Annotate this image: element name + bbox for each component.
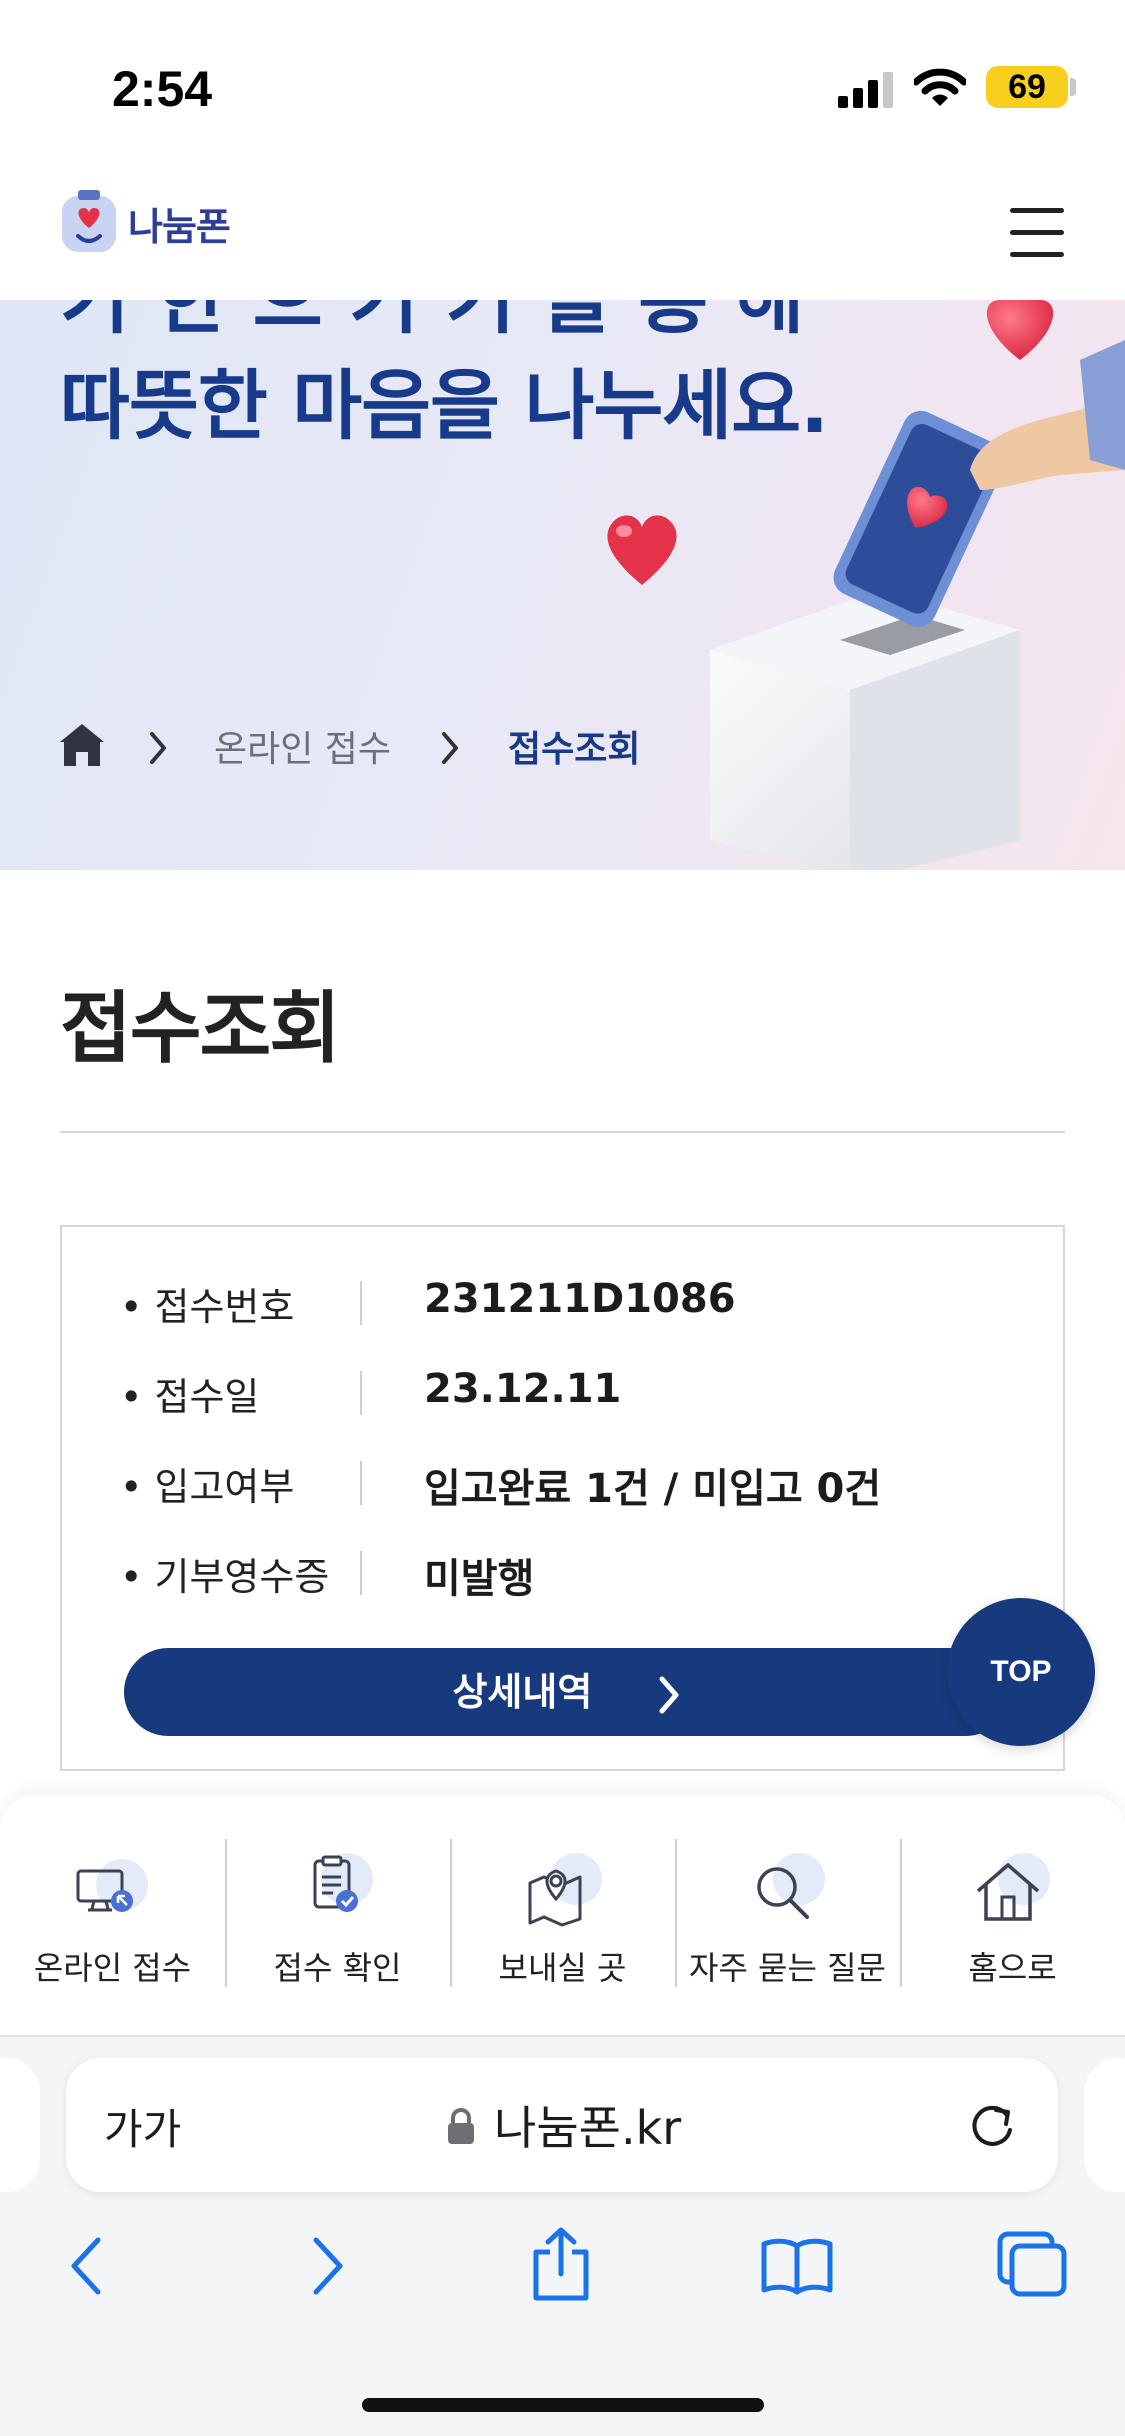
battery-cap bbox=[1070, 78, 1076, 96]
text-size-button[interactable]: 가가 bbox=[104, 2096, 181, 2157]
quick-nav-home[interactable]: 홈으로 bbox=[900, 1835, 1125, 1995]
clipboard-check-icon bbox=[313, 1853, 373, 1912]
forward-icon[interactable] bbox=[308, 2234, 348, 2298]
donation-receipt-value: 미발행 bbox=[424, 1556, 535, 1602]
map-pin-icon bbox=[528, 1853, 602, 1927]
quick-nav-label: 자주 묻는 질문 bbox=[689, 1949, 886, 1987]
logo-mascot-icon[interactable] bbox=[58, 188, 120, 256]
breadcrumb-online-reception[interactable]: 온라인 접수 bbox=[214, 720, 391, 772]
bookmarks-icon[interactable] bbox=[760, 2236, 834, 2296]
monitor-icon bbox=[76, 1859, 148, 1912]
battery-indicator: 69 bbox=[986, 66, 1068, 108]
quick-nav-faq[interactable]: 자주 묻는 질문 bbox=[675, 1835, 900, 1995]
row-label: • 접수번호 bbox=[120, 1285, 295, 1329]
quick-nav-label: 보내실 곳 bbox=[498, 1949, 627, 1987]
url-text[interactable]: 나눔폰.kr bbox=[494, 2092, 681, 2158]
receipt-number-value: 231211D1086 bbox=[424, 1276, 736, 1322]
quick-nav-label: 접수 확인 bbox=[273, 1949, 402, 1987]
logo-text[interactable]: 나눔폰 bbox=[128, 196, 231, 251]
signal-icon bbox=[838, 72, 893, 108]
row-divider bbox=[360, 1551, 362, 1595]
row-divider bbox=[360, 1281, 362, 1325]
home-indicator bbox=[362, 2398, 764, 2412]
quick-nav-reception-check[interactable]: 접수 확인 bbox=[225, 1835, 450, 1995]
status-time: 2:54 bbox=[112, 61, 213, 117]
home-icon bbox=[976, 1853, 1050, 1921]
scroll-top-button[interactable]: TOP bbox=[947, 1598, 1095, 1746]
row-label: • 입고여부 bbox=[120, 1465, 295, 1509]
tabs-icon[interactable] bbox=[996, 2230, 1068, 2298]
hamburger-menu-icon[interactable] bbox=[1000, 200, 1074, 270]
row-label: • 기부영수증 bbox=[120, 1555, 330, 1599]
quick-nav-online-reception[interactable]: 온라인 접수 bbox=[0, 1835, 225, 1995]
quick-nav-label: 온라인 접수 bbox=[33, 1949, 192, 1987]
detail-button[interactable]: 상세내역 bbox=[124, 1648, 1010, 1736]
page-title: 접수조회 bbox=[60, 984, 341, 1074]
reload-icon[interactable] bbox=[966, 2100, 1018, 2152]
back-icon[interactable] bbox=[66, 2234, 106, 2298]
row-divider bbox=[360, 1461, 362, 1505]
search-icon bbox=[757, 1853, 825, 1919]
breadcrumb: 온라인 접수 접수조회 bbox=[0, 300, 1125, 870]
quick-nav: 온라인 접수 접수 확인 보내실 곳 자주 묻는 질문 홈으로 bbox=[0, 1795, 1125, 2037]
title-divider bbox=[60, 1131, 1065, 1133]
next-tab-preview[interactable] bbox=[1084, 2058, 1125, 2192]
chevron-right-icon bbox=[659, 1676, 679, 1713]
wifi-icon bbox=[914, 68, 966, 106]
home-icon[interactable] bbox=[58, 722, 106, 768]
lock-icon bbox=[448, 2108, 474, 2144]
row-label: • 접수일 bbox=[120, 1375, 260, 1419]
share-icon[interactable] bbox=[530, 2226, 592, 2302]
quick-nav-label: 홈으로 bbox=[968, 1949, 1057, 1987]
detail-button-label: 상세내역 bbox=[452, 1670, 593, 1714]
chevron-right-icon bbox=[150, 732, 166, 764]
chevron-right-icon bbox=[442, 732, 458, 764]
site-header: 나눔폰 bbox=[0, 168, 1125, 300]
row-divider bbox=[360, 1371, 362, 1415]
breadcrumb-current: 접수조회 bbox=[508, 729, 641, 770]
stock-status-value: 입고완료 1건 / 미입고 0건 bbox=[424, 1466, 882, 1512]
previous-tab-preview[interactable] bbox=[0, 2058, 40, 2192]
quick-nav-send-address[interactable]: 보내실 곳 bbox=[450, 1835, 675, 1995]
receipt-date-value: 23.12.11 bbox=[424, 1366, 622, 1412]
hero-banner: 기 한 으 기 기 을 통 해 따뜻한 마음을 나누세요. bbox=[0, 300, 1125, 870]
